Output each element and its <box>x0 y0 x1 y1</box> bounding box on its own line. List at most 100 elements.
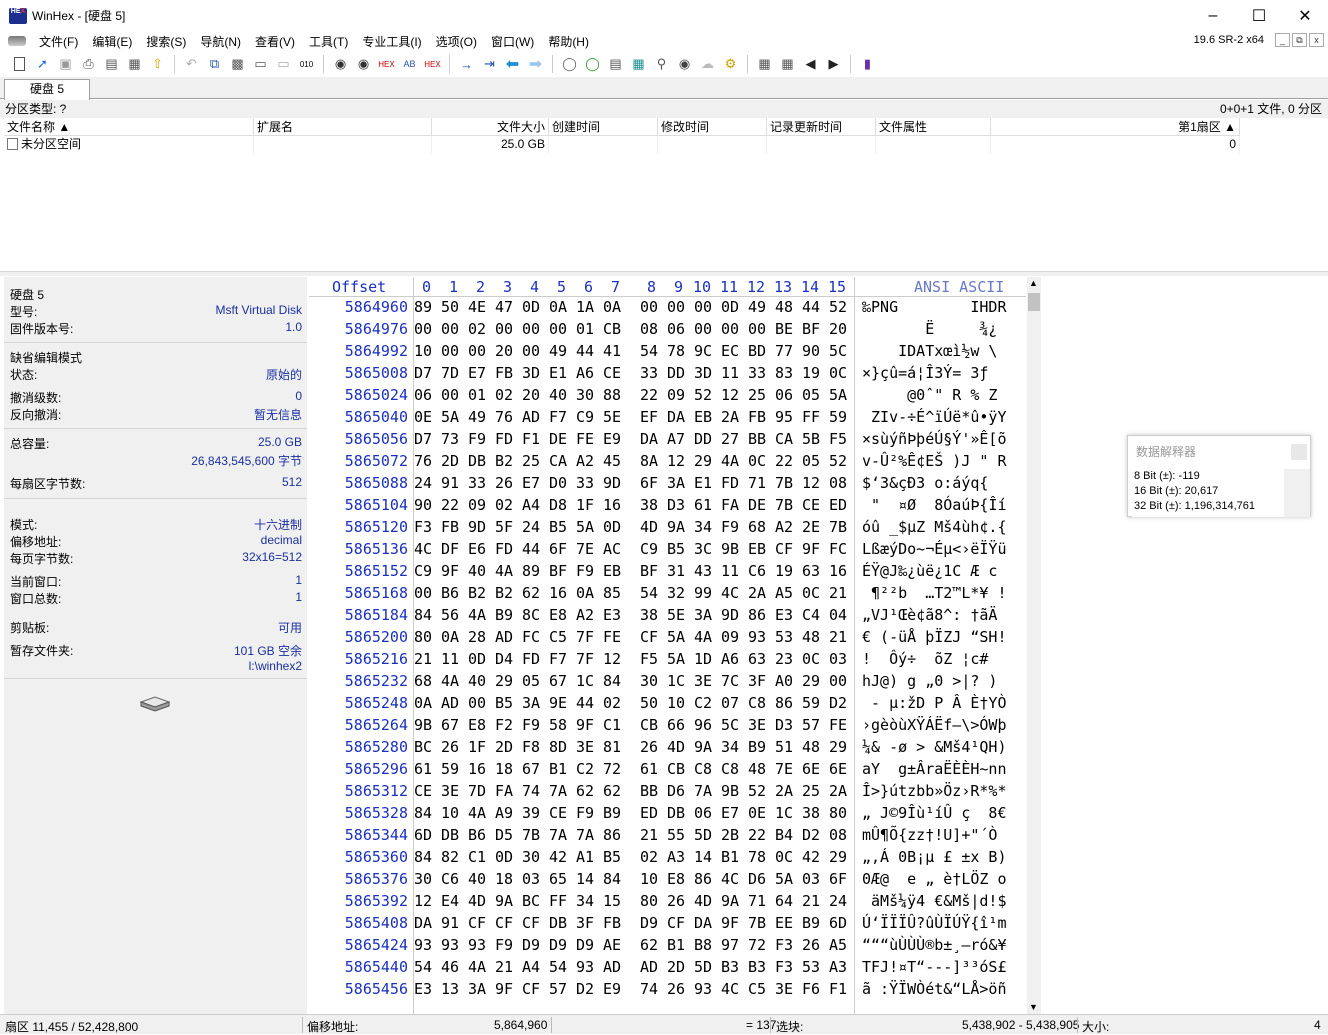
hex-byte[interactable]: F1 <box>522 430 542 448</box>
hex-byte[interactable]: 68 <box>748 518 768 536</box>
hex-byte[interactable]: 16 <box>549 584 569 602</box>
menu-help[interactable]: 帮助(H) <box>541 33 596 50</box>
hex-byte[interactable]: 09 <box>667 386 687 404</box>
hex-byte[interactable]: 48 <box>802 628 822 646</box>
hex-byte[interactable]: 7F <box>576 628 596 646</box>
hex-byte[interactable]: 00 <box>441 342 461 360</box>
hex-byte[interactable]: BD <box>748 342 768 360</box>
hex-byte[interactable]: B9 <box>495 606 515 624</box>
hex-byte[interactable]: 4A <box>721 452 741 470</box>
hex-byte[interactable]: 74 <box>640 980 660 998</box>
hex-byte[interactable]: 96 <box>694 716 714 734</box>
hex-row[interactable]: 5865184 84 56 4A B9 8C E8 A2 E3 38 5E 3A 9D 86 E3 C4 04 „… <box>309 606 1026 628</box>
child-restore-button[interactable]: ⧉ <box>1292 33 1307 47</box>
hex-byte[interactable]: C1 <box>603 716 623 734</box>
hex-byte[interactable]: BF <box>640 562 660 580</box>
hex-editor[interactable]: Offset 0 1 2 3 4 5 6 7 8 9 10 11 12 13 1… <box>309 277 1026 1014</box>
hex-byte[interactable]: DA <box>640 430 660 448</box>
hex-byte[interactable]: 0E <box>748 804 768 822</box>
hex-byte[interactable]: 1A <box>576 298 596 316</box>
hex-byte[interactable]: 1C <box>576 672 596 690</box>
hex-byte[interactable]: 62 <box>603 782 623 800</box>
hex-row[interactable]: 5865408 DA 91 CF CF CF DB 3F FB D9 CF DA 9F 7B EE B9 6D Ú… <box>309 914 1026 936</box>
hex-byte[interactable]: 61 <box>694 496 714 514</box>
close-button[interactable]: ✕ <box>1282 0 1328 31</box>
hex-byte[interactable]: 00 <box>694 320 714 338</box>
hex-byte[interactable]: B6 <box>441 584 461 602</box>
hex-byte[interactable]: D2 <box>829 694 849 712</box>
hex-byte[interactable]: 33 <box>640 364 660 382</box>
hex-byte[interactable]: E7 <box>522 474 542 492</box>
menu-options[interactable]: 选项(O) <box>429 33 484 50</box>
hex-byte[interactable]: 02 <box>495 496 515 514</box>
hex-byte[interactable]: 6D <box>829 914 849 932</box>
hex-byte[interactable]: 84 <box>414 848 434 866</box>
hex-byte[interactable]: C2 <box>576 760 596 778</box>
hex-byte[interactable]: C8 <box>721 760 741 778</box>
hex-byte[interactable]: 4D <box>667 738 687 756</box>
hex-byte[interactable]: BB <box>640 782 660 800</box>
hex-byte[interactable]: 42 <box>802 848 822 866</box>
hex-byte[interactable]: 89 <box>414 298 434 316</box>
hex-byte[interactable]: 30 <box>522 848 542 866</box>
hex-byte[interactable]: 49 <box>549 342 569 360</box>
paste-zero-icon[interactable]: ▭ <box>272 54 295 74</box>
hex-byte[interactable]: F7 <box>549 650 569 668</box>
hex-byte[interactable]: F9 <box>468 430 488 448</box>
hex-byte[interactable]: DB <box>549 914 569 932</box>
hex-byte[interactable]: 3D <box>694 364 714 382</box>
hex-byte[interactable]: B4 <box>775 826 795 844</box>
hex-byte[interactable]: DD <box>667 364 687 382</box>
hex-byte[interactable]: 14 <box>576 870 596 888</box>
hex-byte[interactable]: 82 <box>441 848 461 866</box>
properties-icon[interactable]: ▦ <box>123 54 146 74</box>
hex-byte[interactable]: 63 <box>748 650 768 668</box>
hex-row[interactable]: 5865248 0A AD 00 B5 3A 9E 44 02 50 10 C2 07 C8 86 59 D2 … <box>309 694 1026 716</box>
hex-byte[interactable]: 59 <box>441 760 461 778</box>
hex-byte[interactable]: 5B <box>802 430 822 448</box>
hex-byte[interactable]: E7 <box>468 364 488 382</box>
view-details-icon[interactable]: ▦ <box>753 54 776 74</box>
hex-byte[interactable]: 63 <box>802 562 822 580</box>
hex-row[interactable]: 5865424 93 93 93 F9 D9 D9 D9 AE 62 B1 B8 97 72 F3 26 A5 “… <box>309 936 1026 958</box>
hex-byte[interactable]: 6F <box>640 474 660 492</box>
hex-byte[interactable]: 22 <box>640 386 660 404</box>
hex-byte[interactable]: 47 <box>495 298 515 316</box>
hex-byte[interactable]: A1 <box>576 848 596 866</box>
hex-byte[interactable]: E9 <box>603 980 623 998</box>
hex-byte[interactable]: A9 <box>495 804 515 822</box>
hex-byte[interactable]: 08 <box>829 474 849 492</box>
hex-byte[interactable]: CF <box>522 980 542 998</box>
hex-row[interactable]: 5865360 84 82 C1 0D 30 42 A1 B5 02 A3 14 B1 78 0C 42 29 „… <box>309 848 1026 870</box>
hex-byte[interactable]: 21 <box>829 628 849 646</box>
hex-byte[interactable]: 0A <box>441 628 461 646</box>
hex-byte[interactable]: CE <box>414 782 434 800</box>
hex-row[interactable]: 5865088 24 91 33 26 E7 D0 33 9D 6F 3A E1 FD 71 7B 12 08 $… <box>309 474 1026 496</box>
hex-byte[interactable]: 76 <box>414 452 434 470</box>
hex-byte[interactable]: 29 <box>802 672 822 690</box>
hex-byte[interactable]: ED <box>640 804 660 822</box>
hex-byte[interactable]: 25 <box>522 452 542 470</box>
hex-byte[interactable]: 5E <box>603 408 623 426</box>
hex-byte[interactable]: 43 <box>694 562 714 580</box>
hex-byte[interactable]: A0 <box>775 672 795 690</box>
hex-byte[interactable]: 4D <box>468 892 488 910</box>
ascii-text[interactable]: hJ@) g „0 >|? ) <box>862 672 1007 690</box>
hex-byte[interactable]: 0A <box>414 694 434 712</box>
hex-byte[interactable]: 22 <box>775 452 795 470</box>
copy-block-icon[interactable]: ▩ <box>226 54 249 74</box>
hex-byte[interactable]: C6 <box>748 562 768 580</box>
hex-byte[interactable]: FC <box>829 540 849 558</box>
hex-byte[interactable]: AC <box>603 540 623 558</box>
hex-byte[interactable]: AD <box>522 408 542 426</box>
hex-byte[interactable]: 00 <box>721 320 741 338</box>
hex-byte[interactable]: 20 <box>829 320 849 338</box>
hex-byte[interactable]: 86 <box>694 870 714 888</box>
hex-byte[interactable]: 48 <box>802 738 822 756</box>
hex-byte[interactable]: 9F <box>721 914 741 932</box>
hex-row[interactable]: 5865152 C9 9F 40 4A 89 BF F9 EB BF 31 43 11 C6 19 63 16 É… <box>309 562 1026 584</box>
hex-byte[interactable]: FB <box>748 408 768 426</box>
hex-row[interactable]: 5865392 12 E4 4D 9A BC FF 34 15 80 26 4D 9A 71 64 21 24 … <box>309 892 1026 914</box>
hex-byte[interactable]: E1 <box>694 474 714 492</box>
hex-byte[interactable]: EB <box>694 408 714 426</box>
